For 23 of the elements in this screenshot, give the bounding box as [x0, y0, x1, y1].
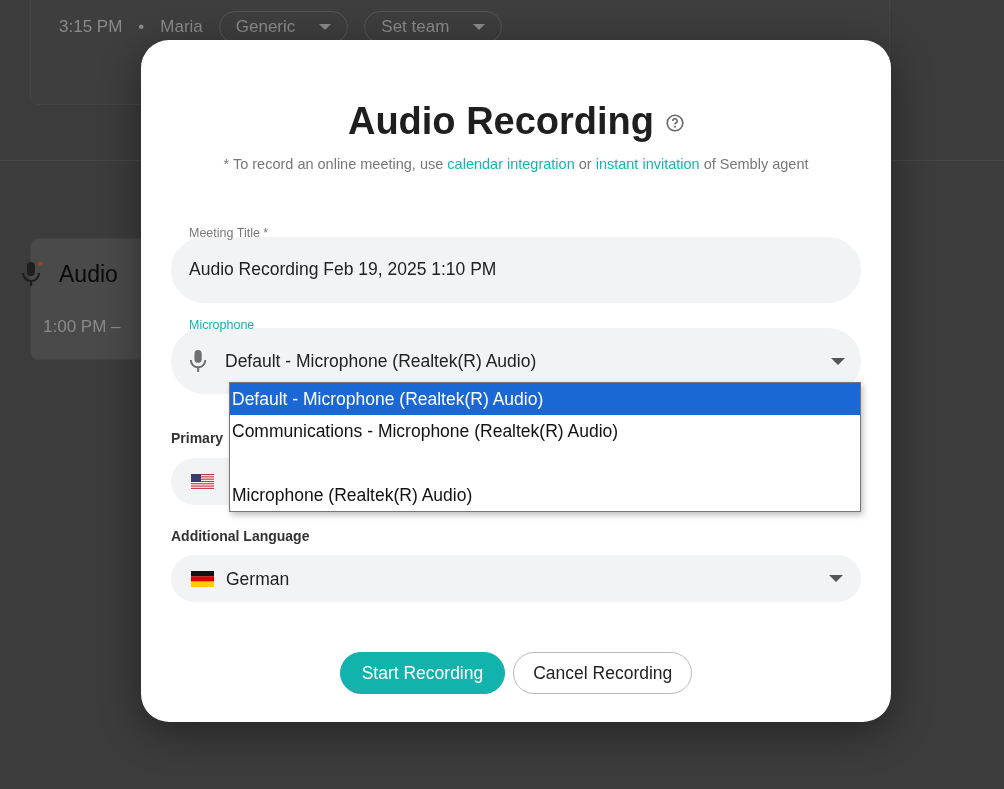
separator-dot: • — [138, 16, 145, 38]
microphone-icon — [189, 348, 209, 375]
flag-icon — [191, 473, 214, 490]
field-label: Primary — [171, 430, 224, 447]
caret-icon — [831, 357, 845, 365]
help-icon[interactable] — [666, 114, 685, 132]
dropdown-option[interactable]: Default - Microphone (Realtek(R) Audio) — [230, 383, 860, 415]
caret-icon — [829, 575, 843, 583]
recording-title: Audio — [59, 260, 118, 289]
caret-icon — [319, 23, 332, 30]
cancel-button[interactable]: Cancel Recording — [513, 652, 693, 695]
language-select[interactable]: German — [171, 555, 861, 603]
owner-name: Maria — [160, 16, 203, 38]
field-label: Additional Language — [171, 527, 311, 547]
time-text: 3:15 PM — [59, 16, 123, 38]
flag-icon — [191, 570, 214, 587]
time-range: 1:00 PM – — [43, 316, 121, 336]
dialog-title: Audio Recording — [347, 99, 655, 144]
dropdown-option[interactable]: Communications - Microphone (Realtek(R) Audio) — [230, 415, 860, 447]
caret-icon — [473, 23, 486, 30]
dropdown-option[interactable]: Microphone (Realtek(R) Audio) — [230, 479, 860, 511]
microphone-icon — [21, 261, 43, 288]
info-note: * To record an online meeting, use calendar integration or instant invitation of Sembly agent — [222, 155, 810, 174]
